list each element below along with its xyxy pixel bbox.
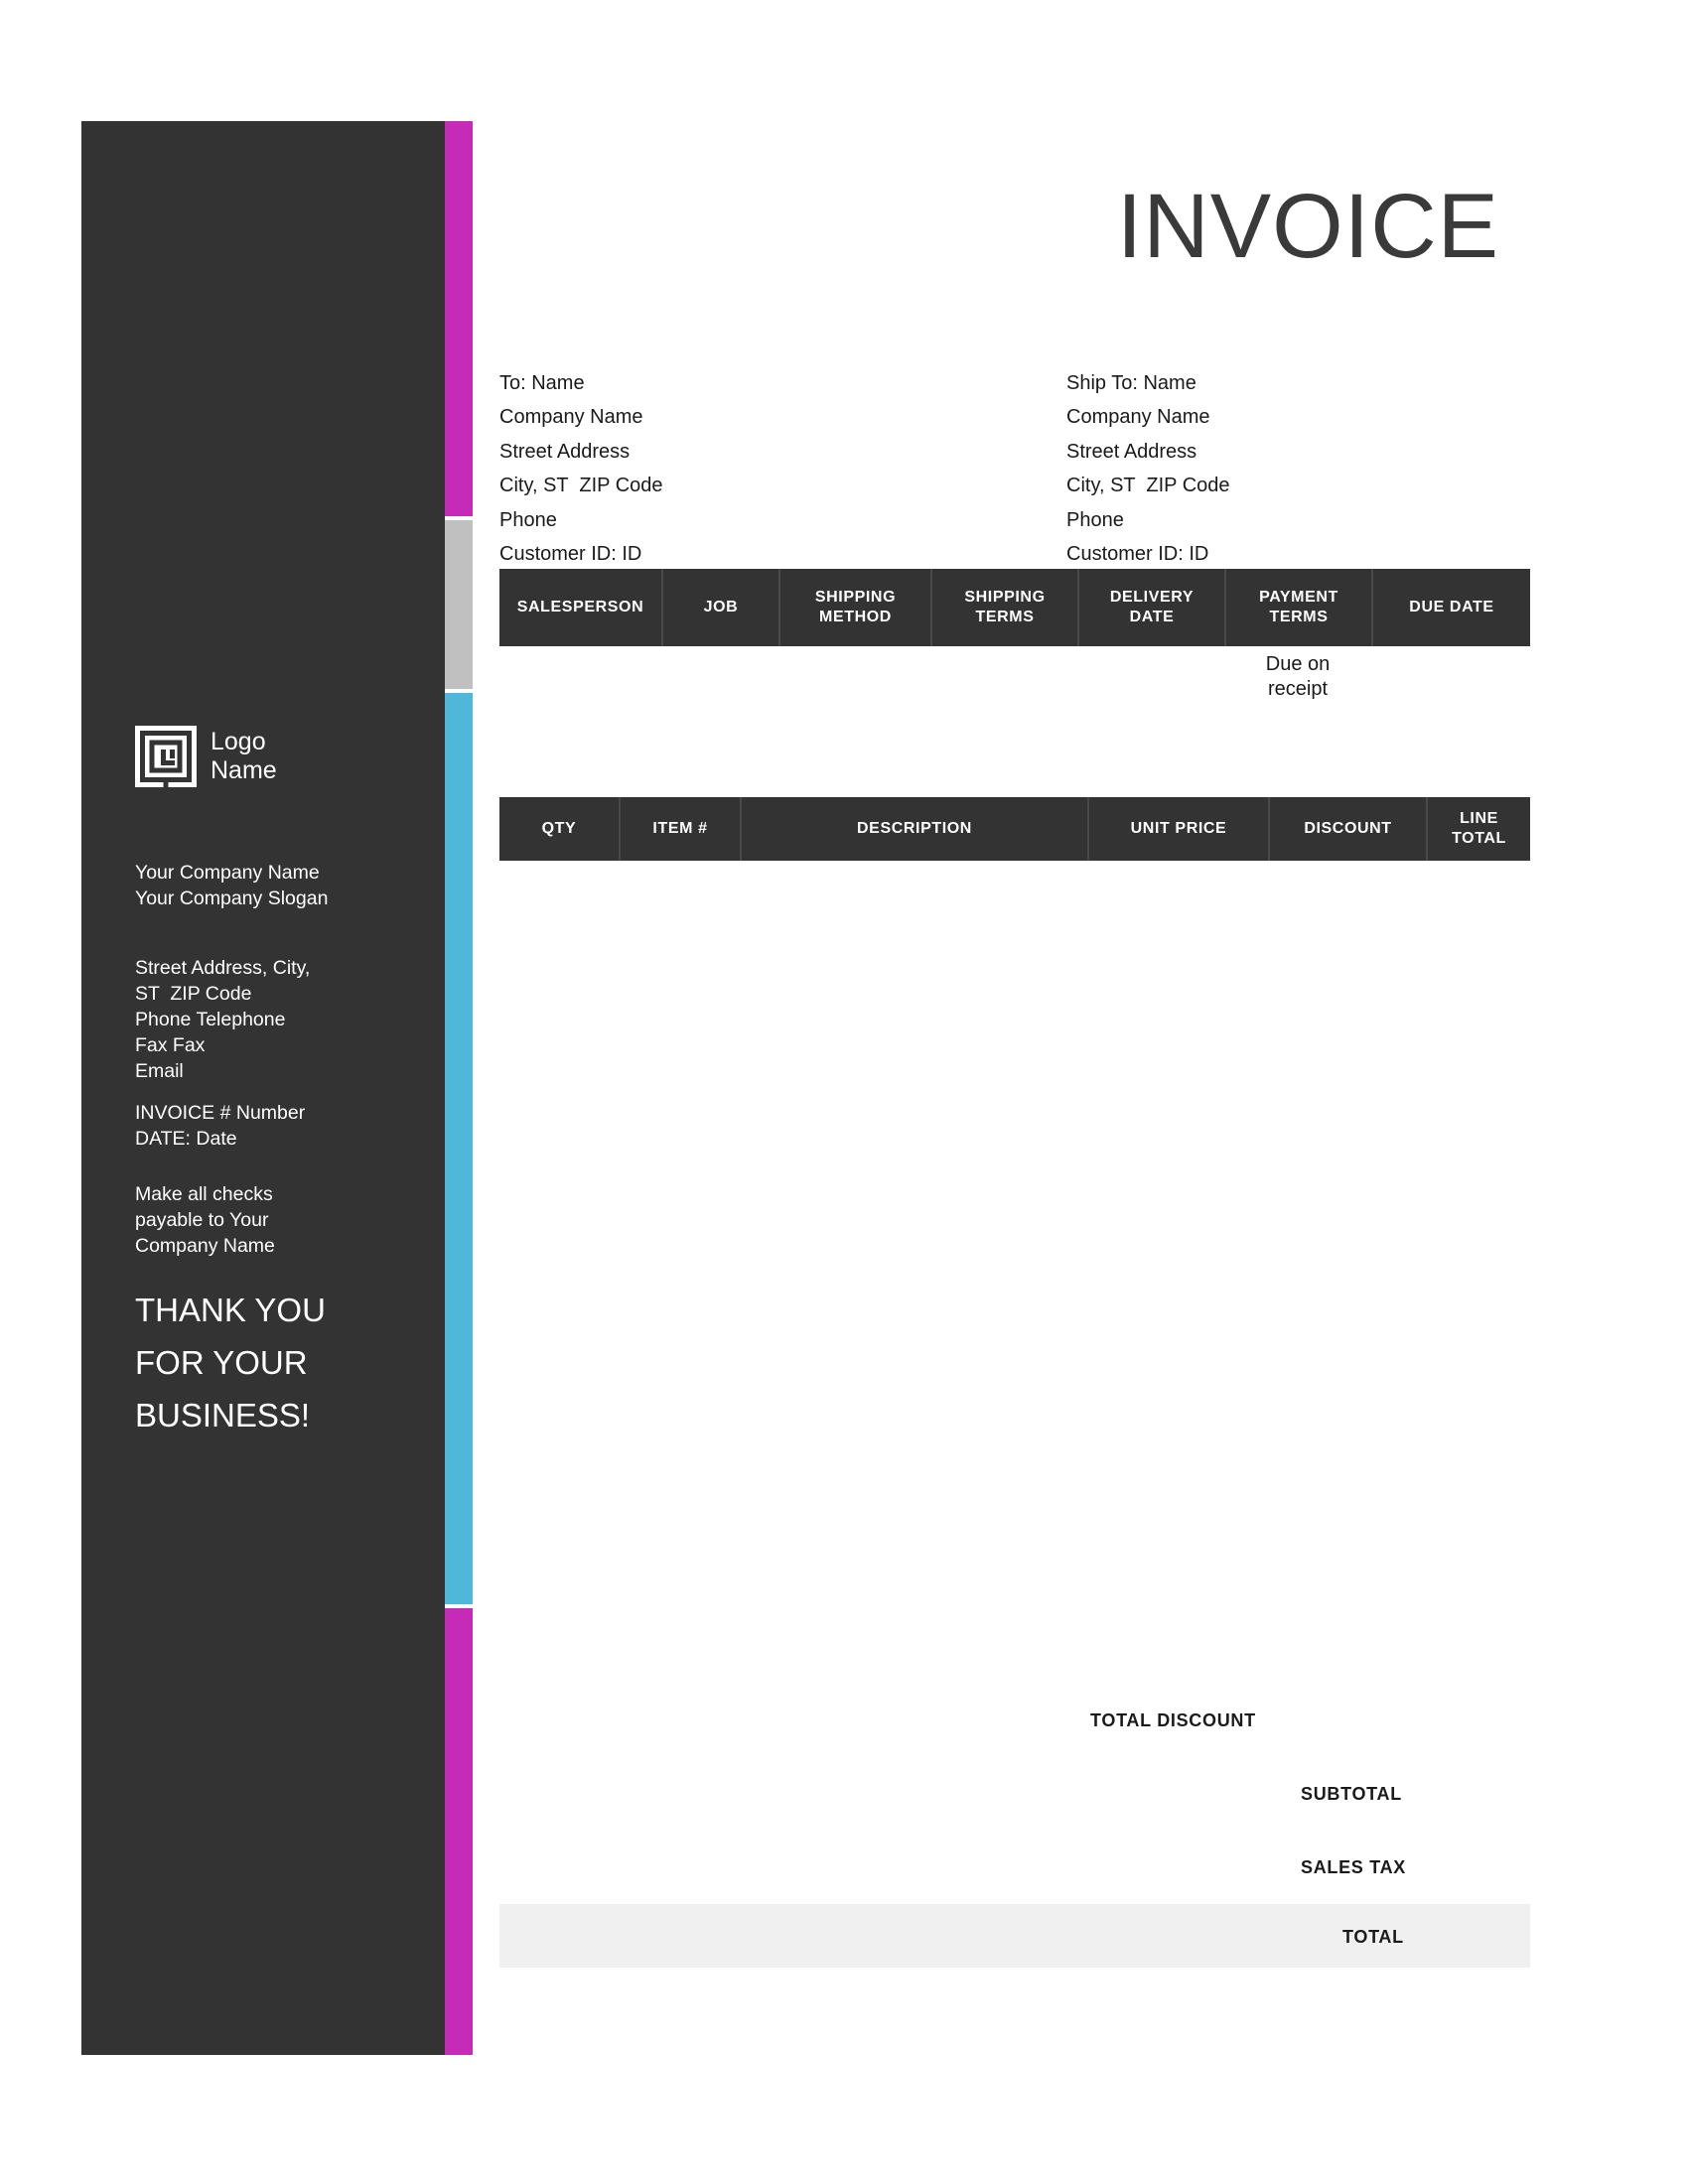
ship-to-block: Ship To: Name Company Name Street Addres… <box>1066 366 1230 571</box>
order-header-payment-terms: PAYMENT TERMS <box>1224 569 1371 646</box>
order-value-due-date[interactable] <box>1371 646 1530 716</box>
order-header-due-date: DUE DATE <box>1371 569 1530 646</box>
order-value-job[interactable] <box>661 646 778 716</box>
bill-to-line-2: Company Name <box>499 406 643 429</box>
sidebar-checks-note: Make all checks payable to Your Company … <box>135 1181 383 1259</box>
total-discount-label: TOTAL DISCOUNT <box>1090 1710 1256 1730</box>
ship-to-line-5: Phone <box>1066 508 1124 531</box>
accent-stripe-magenta-bottom <box>445 1608 473 2055</box>
items-header-discount: DISCOUNT <box>1268 797 1426 861</box>
order-details-header-row: SALESPERSON JOB SHIPPING METHOD SHIPPING… <box>499 569 1530 646</box>
sidebar-address-line-2: ST ZIP Code <box>135 983 252 1005</box>
subtotal-label: SUBTOTAL <box>1301 1784 1402 1804</box>
bill-to-line-6: Customer ID: ID <box>499 543 642 566</box>
items-header-line-total: LINE TOTAL <box>1426 797 1530 861</box>
order-value-payment-terms[interactable]: Due on receipt <box>1224 646 1371 716</box>
accent-stripe-cyan <box>445 693 473 1604</box>
invoice-page: Logo Name Your Company Name Your Company… <box>0 0 1688 2184</box>
order-value-shipping-terms[interactable] <box>930 646 1077 716</box>
order-value-delivery-date[interactable] <box>1077 646 1224 716</box>
bill-to-block: To: Name Company Name Street Address Cit… <box>499 366 663 571</box>
items-header-unit-price: UNIT PRICE <box>1087 797 1268 861</box>
line-items-header-row: QTY ITEM # DESCRIPTION UNIT PRICE DISCOU… <box>499 797 1530 861</box>
bill-to-line-3: Street Address <box>499 440 631 463</box>
sidebar-address-block: Street Address, City, ST ZIP Code Phone … <box>135 955 383 1084</box>
line-items-body[interactable] <box>499 861 1530 1645</box>
sidebar-invoice-number: INVOICE # Number <box>135 1102 306 1124</box>
order-details-value-row: Due on receipt <box>499 646 1530 716</box>
sidebar-invoice-meta-block: INVOICE # Number DATE: Date <box>135 1100 383 1152</box>
items-header-qty: QTY <box>541 820 577 837</box>
order-header-shipping-terms: SHIPPING TERMS <box>930 569 1077 646</box>
accent-stripe-gray <box>445 520 473 689</box>
ship-to-line-6: Customer ID: ID <box>1066 543 1209 566</box>
logo-block: Logo Name <box>135 726 277 787</box>
sidebar-address-line-5: Email <box>135 1060 184 1082</box>
order-header-delivery-date: DELIVERY DATE <box>1077 569 1224 646</box>
ship-to-line-2: Company Name <box>1066 406 1210 429</box>
sidebar-panel <box>81 121 445 2055</box>
sidebar-address-line-1: Street Address, City, <box>135 957 311 979</box>
sidebar-invoice-date: DATE: Date <box>135 1128 237 1150</box>
ship-to-line-4: City, ST ZIP Code <box>1066 475 1230 497</box>
sidebar-company-slogan: Your Company Slogan <box>135 887 329 909</box>
sidebar-company-block: Your Company Name Your Company Slogan <box>135 860 383 911</box>
maze-square-logo-icon <box>135 726 197 787</box>
logo-label: Logo Name <box>211 728 277 784</box>
sidebar-company-name: Your Company Name <box>135 862 320 884</box>
accent-stripe <box>445 121 473 2055</box>
order-value-shipping-method[interactable] <box>778 646 930 716</box>
order-value-salesperson[interactable] <box>499 646 661 716</box>
order-header-shipping-method: SHIPPING METHOD <box>778 569 930 646</box>
ship-to-line-1: Ship To: Name <box>1066 372 1196 394</box>
total-label: TOTAL <box>1342 1927 1404 1947</box>
order-header-job: JOB <box>661 569 778 646</box>
sidebar-address-line-3: Phone Telephone <box>135 1009 286 1030</box>
items-header-item-number: ITEM # <box>619 797 740 861</box>
sidebar-checks-note-text: Make all checks payable to Your Company … <box>135 1183 275 1257</box>
page-title: INVOICE <box>1116 176 1499 277</box>
sales-tax-label: SALES TAX <box>1301 1857 1406 1877</box>
thank-you-message: THANK YOU FOR YOUR BUSINESS! <box>135 1292 326 1433</box>
order-header-salesperson: SALESPERSON <box>516 599 644 615</box>
bill-to-line-4: City, ST ZIP Code <box>499 475 663 497</box>
bill-to-line-1: To: Name <box>499 372 585 394</box>
ship-to-line-3: Street Address <box>1066 440 1197 463</box>
accent-stripe-magenta-top <box>445 121 473 516</box>
bill-to-line-5: Phone <box>499 508 557 531</box>
sidebar-address-line-4: Fax Fax <box>135 1034 206 1056</box>
items-header-description: DESCRIPTION <box>740 797 1087 861</box>
